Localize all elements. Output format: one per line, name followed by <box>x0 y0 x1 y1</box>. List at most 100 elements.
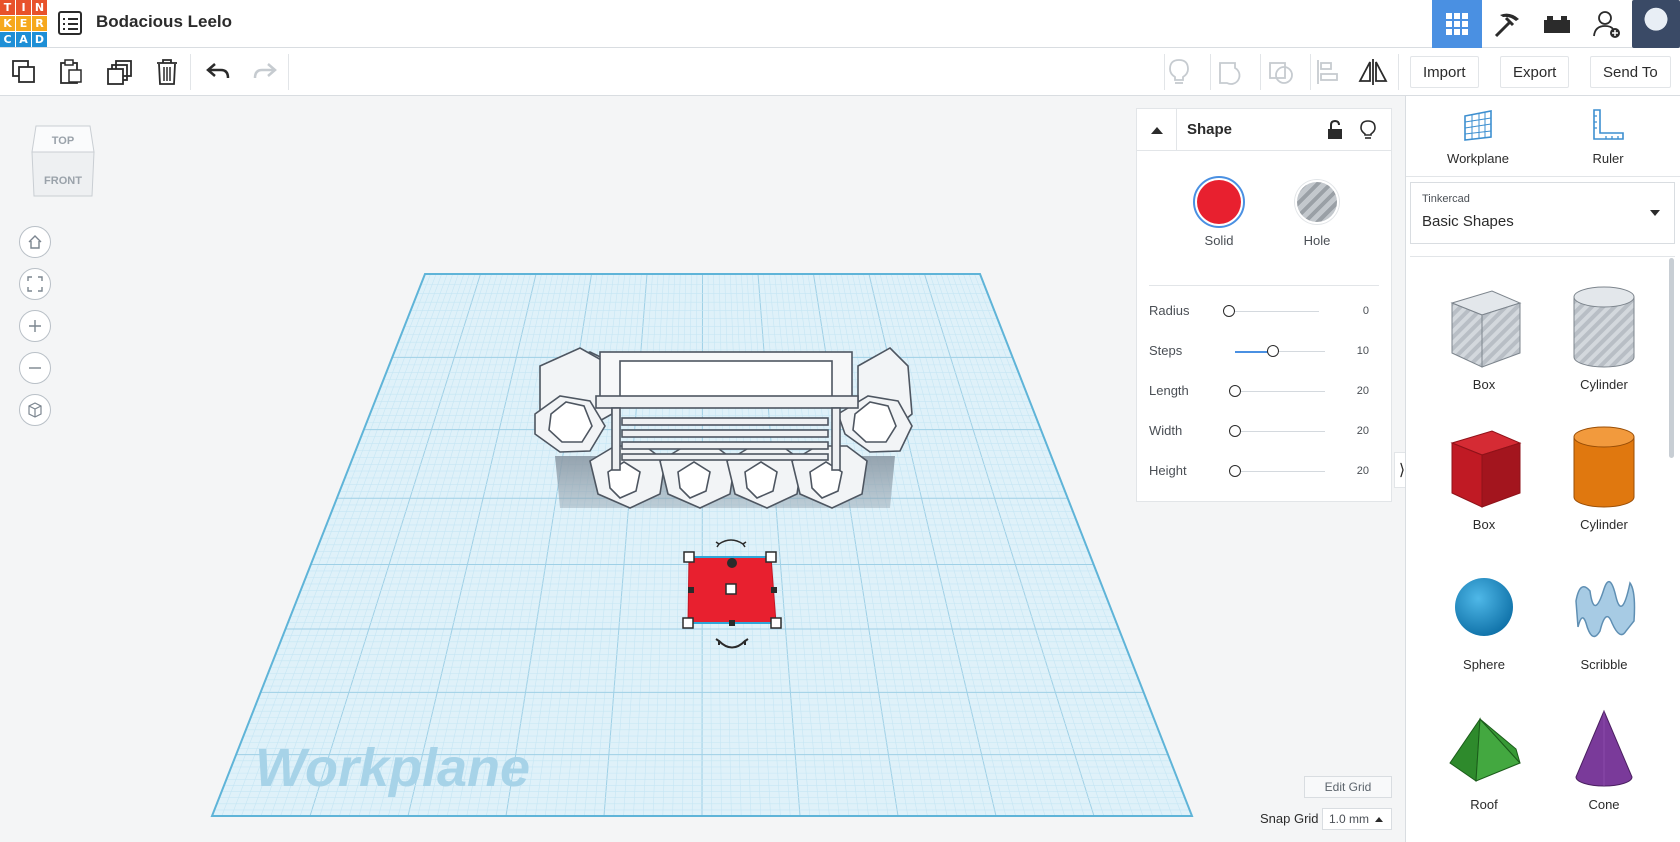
ruler-tool-label: Ruler <box>1592 151 1624 166</box>
project-title[interactable]: Bodacious Leelo <box>96 12 232 32</box>
shape-box[interactable]: Box <box>1424 271 1544 401</box>
param-value-height[interactable]: 20 <box>1357 465 1369 477</box>
copy-icon <box>12 60 35 83</box>
dropdown-caret-icon <box>1650 210 1660 216</box>
cylinder-hole-icon <box>1573 286 1635 368</box>
shape-box[interactable]: Box <box>1424 411 1544 541</box>
notes-button[interactable] <box>1164 57 1194 87</box>
export-button[interactable]: Export <box>1500 56 1570 88</box>
lightbulb-icon[interactable] <box>1360 120 1376 140</box>
shape-label: Cone <box>1588 797 1620 812</box>
shape-cone[interactable]: Cone <box>1544 691 1664 821</box>
snap-grid-label: Snap Grid <box>1260 811 1319 826</box>
param-knob-radius[interactable] <box>1223 305 1235 317</box>
height-handle[interactable] <box>725 583 737 595</box>
resize-handle[interactable] <box>683 551 695 563</box>
param-slider-width[interactable] <box>1235 431 1325 432</box>
ungroup-icon <box>1269 62 1293 84</box>
fit-view-button[interactable] <box>19 268 51 300</box>
shape-label: Box <box>1472 517 1496 532</box>
copy-button[interactable] <box>9 57 39 87</box>
ungroup-button[interactable] <box>1266 57 1296 87</box>
box-red-icon <box>1450 430 1522 508</box>
param-knob-width[interactable] <box>1229 425 1241 437</box>
shapes-panel: Workplane Ruler Tinkercad Basic Shapes B… <box>1405 96 1680 842</box>
box-hole-icon <box>1450 290 1522 368</box>
paste-icon <box>60 59 82 84</box>
resize-handle[interactable] <box>770 617 782 629</box>
shape-sphere[interactable]: Sphere <box>1424 551 1544 681</box>
delete-button[interactable] <box>152 57 182 87</box>
3d-design-view-button[interactable] <box>1432 0 1482 48</box>
zoom-out-button[interactable] <box>19 352 51 384</box>
minecraft-view-button[interactable] <box>1482 0 1532 48</box>
share-user-button[interactable] <box>1582 0 1632 48</box>
shapes-scrollbar[interactable] <box>1669 258 1674 458</box>
library-name: Basic Shapes <box>1422 213 1514 230</box>
param-slider-height[interactable] <box>1235 471 1325 472</box>
ruler-tool[interactable]: Ruler <box>1558 108 1658 166</box>
shape-label: Box <box>1472 377 1496 392</box>
workplane-icon <box>1464 110 1492 141</box>
home-view-button[interactable] <box>19 226 51 258</box>
import-button[interactable]: Import <box>1410 56 1479 88</box>
redo-icon <box>253 63 277 79</box>
edit-grid-button[interactable]: Edit Grid <box>1304 776 1392 798</box>
group-button[interactable] <box>1216 57 1246 87</box>
resize-handle[interactable] <box>682 617 694 629</box>
duplicate-button[interactable] <box>105 57 135 87</box>
param-value-radius[interactable]: 0 <box>1363 305 1369 317</box>
shape-cylinder[interactable]: Cylinder <box>1544 411 1664 541</box>
pickaxe-icon <box>1494 13 1519 38</box>
tinkercad-logo[interactable]: TIN KER CAD <box>0 0 47 47</box>
param-value-steps[interactable]: 10 <box>1357 345 1369 357</box>
shape-library-select[interactable]: Tinkercad Basic Shapes <box>1410 182 1675 244</box>
user-avatar[interactable] <box>1632 0 1680 48</box>
param-knob-height[interactable] <box>1229 465 1241 477</box>
unlock-icon[interactable] <box>1327 120 1343 140</box>
undo-button[interactable] <box>203 57 233 87</box>
mirror-button[interactable] <box>1358 57 1388 87</box>
logo-letter: R <box>32 16 47 31</box>
caret-up-icon <box>1375 816 1384 822</box>
shape-label: Roof <box>1470 797 1498 812</box>
shape-roof[interactable]: Roof <box>1424 691 1544 821</box>
trash-icon <box>157 59 177 85</box>
align-button[interactable] <box>1313 57 1343 87</box>
view-cube[interactable]: TOP FRONT <box>30 122 96 200</box>
shape-label: Scribble <box>1580 657 1628 672</box>
zoom-in-button[interactable] <box>19 310 51 342</box>
paste-button[interactable] <box>56 57 86 87</box>
snap-grid-select[interactable]: 1.0 mm <box>1322 808 1392 830</box>
fit-icon <box>27 276 43 292</box>
sphere-icon <box>1455 578 1513 636</box>
hole-swatch[interactable] <box>1295 180 1339 224</box>
undo-icon <box>206 63 230 79</box>
param-value-length[interactable]: 20 <box>1357 385 1369 397</box>
redo-button[interactable] <box>250 57 280 87</box>
param-slider-radius[interactable] <box>1229 311 1319 312</box>
edit-toolbar: Import Export Send To <box>0 48 1680 96</box>
solid-color-swatch[interactable] <box>1197 180 1241 224</box>
param-knob-steps[interactable] <box>1266 345 1279 357</box>
design-list-icon[interactable] <box>58 11 82 35</box>
lift-handle[interactable] <box>727 558 737 568</box>
logo-letter: A <box>16 32 31 47</box>
workplane-tool[interactable]: Workplane <box>1428 108 1528 166</box>
send-to-button[interactable]: Send To <box>1590 56 1671 88</box>
cylinder-orange-icon <box>1573 426 1635 508</box>
param-slider-length[interactable] <box>1235 391 1325 392</box>
shape-cylinder[interactable]: Cylinder <box>1544 271 1664 401</box>
shape-scribble[interactable]: Scribble <box>1544 551 1664 681</box>
bricks-view-button[interactable] <box>1532 0 1582 48</box>
logo-letter: T <box>0 0 15 15</box>
perspective-button[interactable] <box>19 394 51 426</box>
chevron-up-icon <box>1150 127 1163 134</box>
resize-handle[interactable] <box>765 551 777 563</box>
param-value-width[interactable]: 20 <box>1357 425 1369 437</box>
snap-grid-value: 1.0 mm <box>1329 812 1370 826</box>
collapse-inspector-button[interactable] <box>1137 109 1177 151</box>
logo-letter: E <box>16 16 31 31</box>
cube-icon <box>28 402 42 418</box>
param-knob-length[interactable] <box>1229 385 1241 397</box>
